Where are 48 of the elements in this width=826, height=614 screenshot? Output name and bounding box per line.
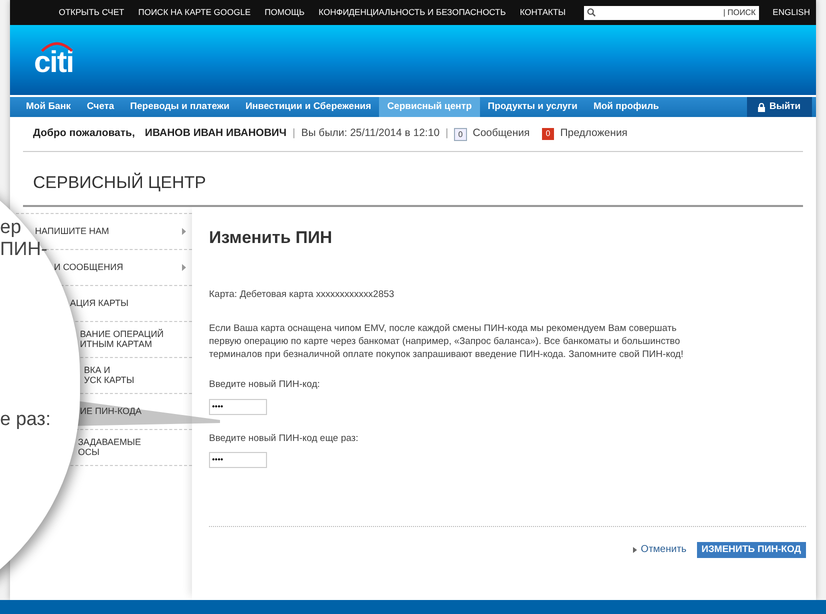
triangle-icon [632, 546, 637, 553]
logout-button[interactable]: Выйти [747, 97, 812, 117]
sidebar-item[interactable]: ЗАДАВАЕМЫЕ ОСЫ [78, 437, 142, 457]
sidebar-item[interactable]: АЦИЯ КАРТЫ [70, 298, 128, 308]
pin-input[interactable]: •••• [209, 452, 267, 468]
nav-tab[interactable]: Переводы и платежи [122, 97, 238, 117]
separator: | [292, 126, 296, 142]
separator: | [446, 126, 448, 142]
messages-link[interactable]: Сообщения [472, 126, 530, 142]
user-name: ИВАНОВ ИВАН ИВАНОВИЧ [144, 126, 286, 142]
sidebar-item[interactable]: НАПИШИТЕ НАМ [35, 226, 110, 236]
sidebar-item[interactable]: ВКА И УСК КАРТЫ [84, 365, 134, 385]
citi-logo[interactable]: citi [34, 42, 74, 78]
offers-link[interactable]: Предложения [560, 126, 628, 142]
cancel-link[interactable]: Отменить [632, 542, 686, 558]
top-link[interactable]: КОНТАКТЫ [520, 6, 566, 19]
nav-tab[interactable]: Мой профиль [585, 97, 668, 117]
top-link[interactable]: ПОМОЩЬ [264, 6, 305, 19]
pin-input[interactable]: •••• [209, 398, 267, 414]
last-visit-text: Вы были: 25/11/2014 в 12:10 [301, 126, 440, 142]
nav-tab[interactable]: Мой Банк [18, 97, 79, 117]
form-heading: Изменить ПИН [209, 226, 334, 248]
welcome-text: Добро пожаловать, [33, 126, 135, 142]
search-button[interactable]: | ПОИСК [723, 6, 756, 18]
page-title: СЕРВИСНЫЙ ЦЕНТР [33, 172, 207, 194]
top-link[interactable]: КОНФИДЕНЦИАЛЬНОСТЬ И БЕЗОПАСНОСТЬ [318, 6, 506, 19]
search-icon [586, 8, 596, 17]
magnified-text: ер [0, 218, 22, 237]
field-label: Введите новый ПИН-код: [209, 378, 321, 392]
sidebar-item[interactable]: ИЕ ПИН-КОДА [80, 406, 142, 416]
magnified-text: е раз: [0, 410, 51, 429]
nav-tab[interactable]: Продукты и услуги [480, 97, 586, 117]
field-label: Введите новый ПИН-код еще раз: [209, 432, 360, 446]
sidebar-item[interactable]: И СООБЩЕНИЯ [54, 262, 124, 272]
sidebar-item[interactable]: ВАНИЕ ОПЕРАЦИЙ ИТНЫМ КАРТАМ [80, 329, 164, 349]
offer-count: 0 [542, 128, 554, 140]
card-info: Карта: Дебетовая карта xxxxxxxxxxxx2853 [209, 288, 396, 302]
magnified-text: ПИН- [0, 240, 48, 259]
language-link[interactable]: ENGLISH [772, 6, 810, 19]
notice-text: Если Ваша карта оснащена чипом EMV, после каждой смены ПИН-кода мы рекомендуем Вам совершать первую операцию по карте через банкомат (например, «Запрос баланса»). Все банкоматы и большинство терминалов при безналичной оплате покупок запрашивают введение ПИН-кода. Запомните свой ПИН-код! [209, 322, 684, 362]
nav-tab[interactable]: Инвестиции и Сбережения [237, 97, 380, 117]
submit-button[interactable]: ИЗМЕНИТЬ ПИН-КОД [696, 542, 806, 558]
search-field[interactable]: | ПОИСК [584, 6, 759, 20]
nav-tab[interactable]: Счета [78, 97, 122, 117]
lock-icon [758, 102, 766, 112]
message-count: 0 [454, 128, 467, 140]
top-link[interactable]: ПОИСК НА КАРТЕ GOOGLE [138, 6, 251, 19]
top-link[interactable]: ОТКРЫТЬ СЧЕТ [58, 6, 124, 19]
